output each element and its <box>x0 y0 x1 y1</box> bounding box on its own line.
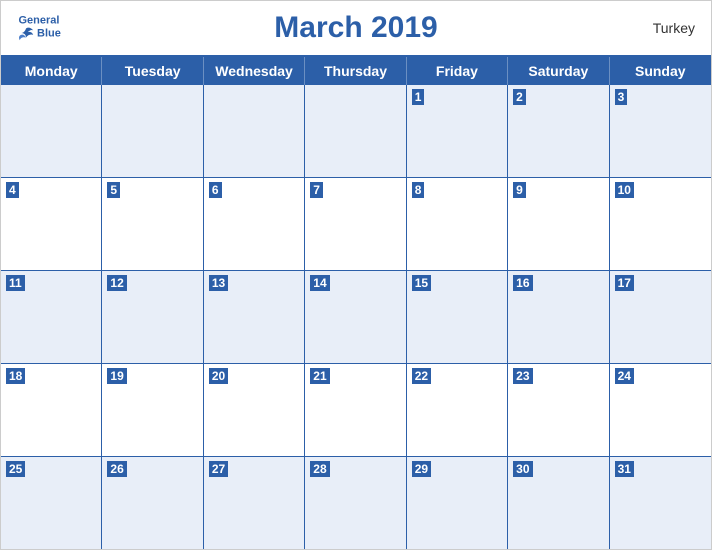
day-headers-row: MondayTuesdayWednesdayThursdayFridaySatu… <box>1 57 711 85</box>
week-row-2: 4 5 6 7 8 9 10 <box>1 178 711 271</box>
calendar-grid: MondayTuesdayWednesdayThursdayFridaySatu… <box>1 55 711 549</box>
day-number: 26 <box>107 461 126 477</box>
day-number: 1 <box>412 89 425 105</box>
day-number: 11 <box>6 275 25 291</box>
day-cell-19: 19 <box>102 364 203 456</box>
day-number: 5 <box>107 182 120 198</box>
day-header-saturday: Saturday <box>508 57 609 85</box>
day-cell-22: 22 <box>407 364 508 456</box>
day-cell-20: 20 <box>204 364 305 456</box>
logo: General Blue <box>17 16 61 41</box>
day-header-monday: Monday <box>1 57 102 85</box>
day-number: 25 <box>6 461 25 477</box>
day-cell-16: 16 <box>508 271 609 363</box>
day-number: 6 <box>209 182 222 198</box>
day-cell-4: 4 <box>1 178 102 270</box>
day-number: 14 <box>310 275 329 291</box>
day-cell-23: 23 <box>508 364 609 456</box>
day-number: 21 <box>310 368 329 384</box>
day-cell-empty <box>1 85 102 177</box>
week-row-1: 1 2 3 <box>1 85 711 178</box>
day-cell-27: 27 <box>204 457 305 549</box>
day-header-wednesday: Wednesday <box>204 57 305 85</box>
calendar-header: General Blue March 2019 Turkey <box>1 1 711 55</box>
day-cell-empty <box>102 85 203 177</box>
day-cell-13: 13 <box>204 271 305 363</box>
weeks-container: 1234567891011121314151617181920212223242… <box>1 85 711 549</box>
logo-general-text: General <box>18 16 59 27</box>
day-cell-2: 2 <box>508 85 609 177</box>
week-row-4: 18 19 20 21 22 23 24 <box>1 364 711 457</box>
calendar-container: General Blue March 2019 Turkey MondayTue… <box>0 0 712 550</box>
day-number: 22 <box>412 368 431 384</box>
day-number: 20 <box>209 368 228 384</box>
day-number: 31 <box>615 461 634 477</box>
day-number: 30 <box>513 461 532 477</box>
day-cell-9: 9 <box>508 178 609 270</box>
day-number: 29 <box>412 461 431 477</box>
day-number: 3 <box>615 89 628 105</box>
day-cell-26: 26 <box>102 457 203 549</box>
week-row-5: 25 26 27 28 29 30 31 <box>1 457 711 549</box>
day-cell-21: 21 <box>305 364 406 456</box>
week-row-3: 11 12 13 14 15 16 17 <box>1 271 711 364</box>
day-cell-1: 1 <box>407 85 508 177</box>
day-number: 13 <box>209 275 228 291</box>
day-cell-28: 28 <box>305 457 406 549</box>
day-cell-8: 8 <box>407 178 508 270</box>
day-cell-29: 29 <box>407 457 508 549</box>
day-cell-15: 15 <box>407 271 508 363</box>
country-label: Turkey <box>653 20 695 36</box>
day-cell-24: 24 <box>610 364 711 456</box>
day-number: 8 <box>412 182 425 198</box>
day-number: 15 <box>412 275 431 291</box>
day-number: 12 <box>107 275 126 291</box>
day-cell-3: 3 <box>610 85 711 177</box>
day-number: 4 <box>6 182 19 198</box>
day-cell-25: 25 <box>1 457 102 549</box>
day-header-tuesday: Tuesday <box>102 57 203 85</box>
day-cell-5: 5 <box>102 178 203 270</box>
day-number: 19 <box>107 368 126 384</box>
day-cell-7: 7 <box>305 178 406 270</box>
day-cell-6: 6 <box>204 178 305 270</box>
day-cell-12: 12 <box>102 271 203 363</box>
month-title: March 2019 <box>274 11 437 45</box>
day-number: 2 <box>513 89 526 105</box>
day-number: 7 <box>310 182 323 198</box>
day-cell-11: 11 <box>1 271 102 363</box>
day-number: 24 <box>615 368 634 384</box>
day-header-thursday: Thursday <box>305 57 406 85</box>
day-number: 16 <box>513 275 532 291</box>
day-header-sunday: Sunday <box>610 57 711 85</box>
day-cell-empty <box>305 85 406 177</box>
day-number: 18 <box>6 368 25 384</box>
day-cell-18: 18 <box>1 364 102 456</box>
day-number: 10 <box>615 182 634 198</box>
day-cell-14: 14 <box>305 271 406 363</box>
day-number: 27 <box>209 461 228 477</box>
logo-blue-text: Blue <box>17 27 61 41</box>
day-cell-30: 30 <box>508 457 609 549</box>
day-cell-17: 17 <box>610 271 711 363</box>
day-header-friday: Friday <box>407 57 508 85</box>
day-number: 9 <box>513 182 526 198</box>
day-cell-10: 10 <box>610 178 711 270</box>
day-number: 23 <box>513 368 532 384</box>
day-number: 28 <box>310 461 329 477</box>
day-cell-31: 31 <box>610 457 711 549</box>
day-number: 17 <box>615 275 634 291</box>
day-cell-empty <box>204 85 305 177</box>
logo-bird-icon <box>17 27 35 41</box>
